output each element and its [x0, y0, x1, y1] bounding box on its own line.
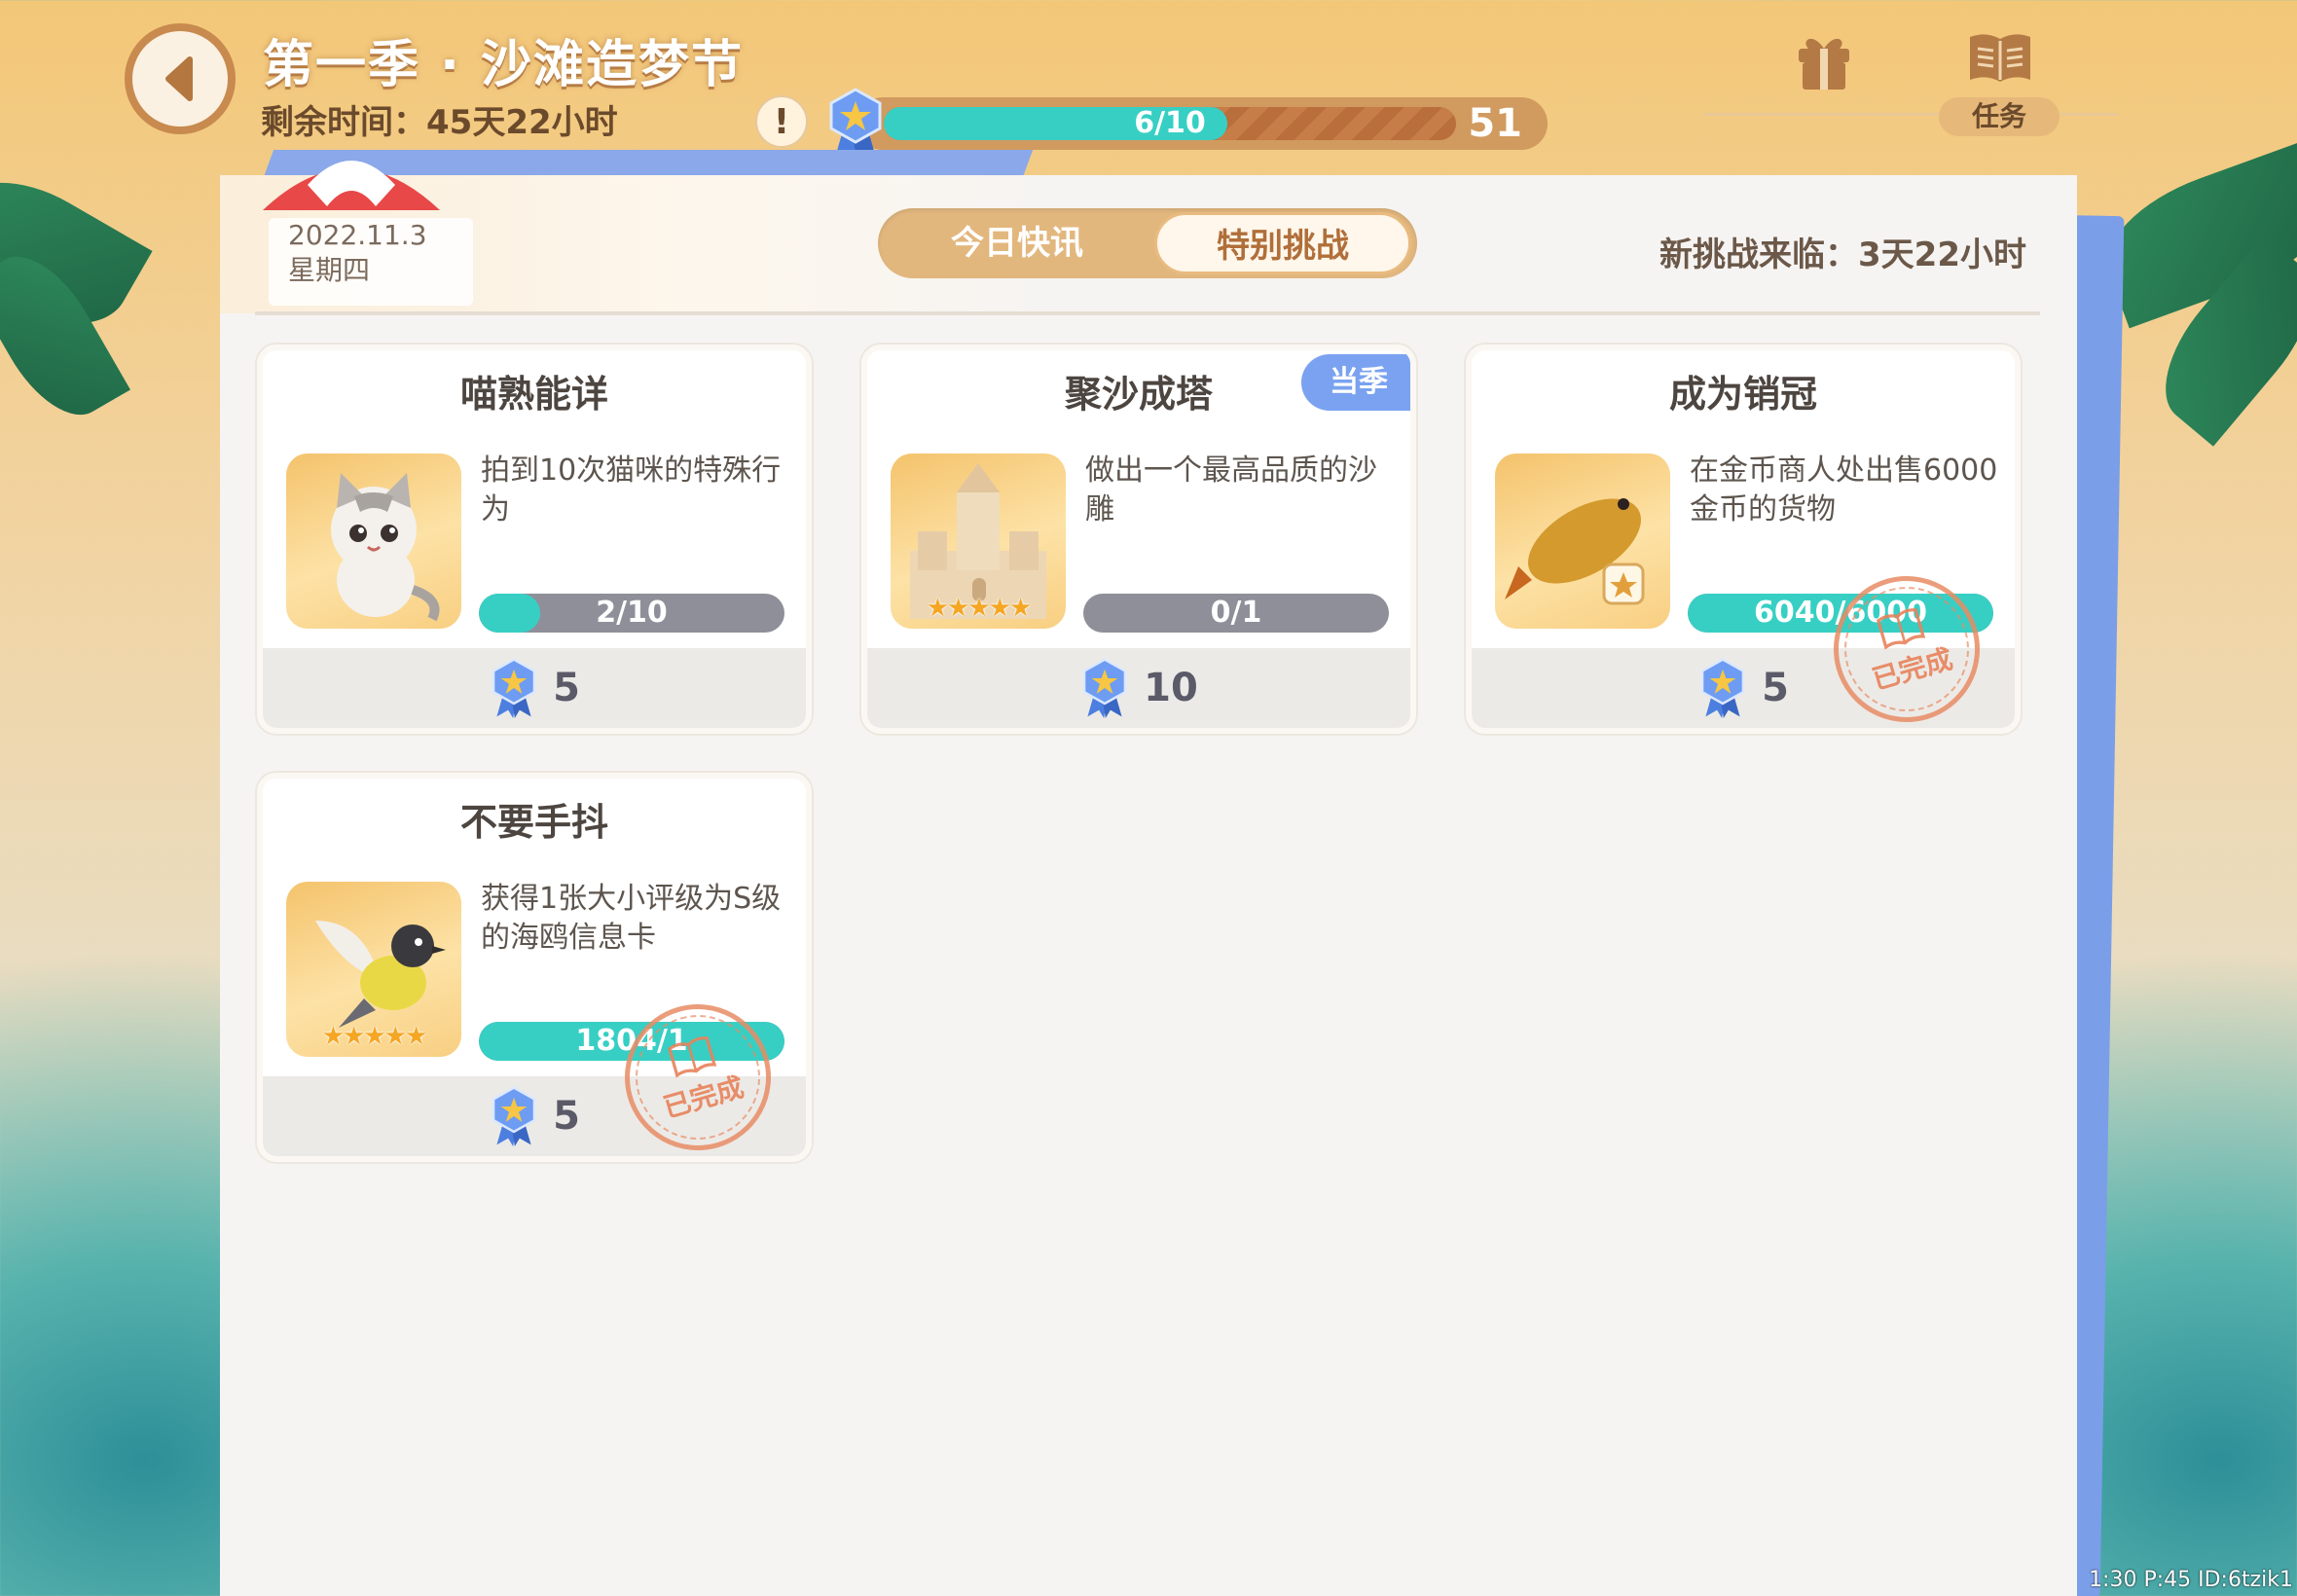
- card-progress-text: 2/10: [596, 596, 668, 630]
- date-text: 2022.11.3 星期四: [288, 218, 427, 288]
- card-description: 做出一个最高品质的沙雕: [1085, 453, 1377, 526]
- card-progress: 0/1: [1083, 594, 1389, 633]
- card-progress-text: 1804/1: [575, 1024, 688, 1058]
- tab-news[interactable]: 今日快讯: [886, 212, 1148, 274]
- alert-icon[interactable]: !: [755, 95, 808, 148]
- card-description: 在金币商人处出售6000金币的货物: [1690, 453, 1998, 526]
- medal-icon: [1700, 658, 1745, 718]
- season-progress-track: 6/10: [884, 107, 1456, 140]
- reward-amount: 10: [1144, 666, 1198, 710]
- reward-amount: 5: [553, 1094, 580, 1139]
- fish-icon: [1505, 498, 1645, 605]
- card-progress-text: 0/1: [1210, 596, 1262, 630]
- cat-icon: [331, 473, 440, 622]
- rating-stars: ★★★★★: [926, 594, 1033, 623]
- seagull-image: ★★★★★: [286, 882, 461, 1057]
- reward: 5: [1472, 648, 2015, 728]
- chevron-left-icon: [165, 56, 193, 101]
- fish-image: [1495, 453, 1670, 629]
- season-progress: 6/10 51: [857, 97, 1548, 150]
- weekday-value: 星期四: [288, 254, 371, 286]
- remaining-time: 剩余时间：45天22小时: [261, 103, 618, 142]
- task-button[interactable]: 任务: [1939, 97, 2060, 136]
- card-title: 成为销冠: [1668, 373, 1817, 416]
- reward: 10: [867, 648, 1410, 728]
- umbrella-icon: [263, 161, 440, 210]
- debug-overlay: 1:30 P:45 ID:6tzik1: [2089, 1568, 2293, 1592]
- card-progress: 6040/6000: [1688, 594, 1993, 633]
- back-button[interactable]: [125, 23, 236, 134]
- medal-icon: [1082, 658, 1127, 718]
- rating-stars: ★★★★★: [321, 1022, 428, 1051]
- card-title: 不要手抖: [459, 801, 608, 844]
- challenge-card[interactable]: 喵熟能详 拍到10次猫咪的特殊行为 2/10 5: [257, 345, 812, 734]
- challenge-card[interactable]: 不要手抖 ★★★★★ 获得1张大小评级为S级的海鸥信息卡 1804/1 5 已完…: [257, 773, 812, 1162]
- card-description: 拍到10次猫咪的特殊行为: [481, 453, 782, 526]
- sandcastle-image: ★★★★★: [891, 453, 1066, 629]
- reward: 5: [263, 648, 806, 728]
- card-description: 获得1张大小评级为S级的海鸥信息卡: [481, 882, 782, 955]
- season-level: 51: [1468, 101, 1522, 146]
- card-reward-bar: 5: [263, 1076, 806, 1156]
- card-progress: 2/10: [479, 594, 784, 633]
- tab-bar: 今日快讯 特别挑战: [878, 208, 1417, 278]
- header-divider: [255, 311, 2040, 315]
- cat-image: [286, 453, 461, 629]
- medal-icon: [829, 88, 882, 160]
- medal-icon: [492, 658, 536, 718]
- reward: 5: [263, 1076, 806, 1156]
- date-value: 2022.11.3: [288, 219, 427, 251]
- new-challenge-timer: 新挑战来临：3天22小时: [1659, 236, 2026, 274]
- reward-amount: 5: [553, 666, 580, 710]
- challenge-panel: 2022.11.3 星期四 今日快讯 特别挑战 新挑战来临：3天22小时 喵熟能…: [220, 161, 2077, 1596]
- panel-header: 2022.11.3 星期四 今日快讯 特别挑战 新挑战来临：3天22小时: [220, 161, 2077, 315]
- card-progress: 1804/1: [479, 1022, 784, 1061]
- medal-icon: [492, 1086, 536, 1146]
- season-title: 第一季 · 沙滩造梦节: [263, 36, 744, 94]
- card-reward-bar: 5: [263, 648, 806, 728]
- card-reward-bar: 10: [867, 648, 1410, 728]
- challenge-card[interactable]: 聚沙成塔 当季 ★★★★★ 做出一个最高品质的沙雕 0/1 10: [861, 345, 1416, 734]
- challenge-card[interactable]: 成为销冠 在金币商人处出售6000金币的货物 6040/6000 5 已完成: [1466, 345, 2021, 734]
- card-reward-bar: 5: [1472, 648, 2015, 728]
- gift-icon[interactable]: [1795, 27, 1853, 91]
- tab-special-challenge[interactable]: 特别挑战: [1154, 212, 1411, 274]
- reward-amount: 5: [1762, 666, 1789, 710]
- season-badge: 当季: [1301, 354, 1410, 411]
- card-progress-text: 6040/6000: [1754, 596, 1927, 630]
- season-progress-text: 6/10: [1134, 106, 1206, 140]
- card-title: 喵熟能详: [459, 373, 608, 416]
- book-icon[interactable]: [1966, 31, 2034, 86]
